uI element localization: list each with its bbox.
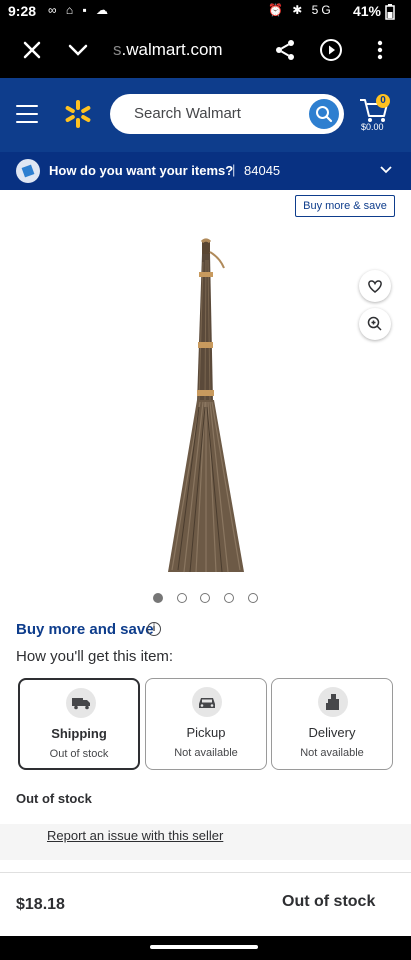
delivery-icon bbox=[16, 159, 40, 183]
zoom-in-icon bbox=[367, 316, 382, 331]
favorite-button[interactable] bbox=[359, 270, 391, 302]
walmart-spark-logo[interactable] bbox=[62, 98, 94, 130]
more-vert-icon[interactable] bbox=[368, 38, 392, 62]
option-title: Delivery bbox=[308, 725, 356, 740]
zoom-button[interactable] bbox=[359, 308, 391, 340]
system-nav-bar bbox=[0, 936, 411, 960]
carousel-dot[interactable] bbox=[177, 593, 187, 603]
truck-icon bbox=[66, 688, 96, 718]
carousel-dot[interactable] bbox=[200, 593, 210, 603]
cart-total: $0.00 bbox=[361, 122, 384, 132]
delivery-zip: 84045 bbox=[244, 163, 281, 178]
info-icon[interactable]: i bbox=[147, 622, 161, 636]
search-icon bbox=[316, 106, 333, 123]
search-button[interactable] bbox=[309, 99, 339, 129]
delivery-option[interactable]: Delivery Not available bbox=[271, 678, 393, 770]
url-bar[interactable]: s.walmart.com bbox=[113, 40, 223, 60]
option-status: Not available bbox=[174, 747, 238, 759]
carousel-dot[interactable] bbox=[153, 593, 163, 603]
url-domain: .walmart.com bbox=[121, 40, 223, 59]
status-bar: 9:28 ∞ ⌂ ▪ ☁ ⏰ ✱ 5G 41% bbox=[0, 0, 411, 24]
play-icon[interactable] bbox=[319, 38, 343, 62]
carousel-dot[interactable] bbox=[248, 593, 258, 603]
product-price: $18.18 bbox=[16, 896, 65, 913]
home-gesture-handle[interactable] bbox=[150, 945, 258, 949]
fulfillment-heading: How you'll get this item: bbox=[16, 648, 174, 665]
out-of-stock-button: Out of stock bbox=[282, 893, 376, 910]
shipping-option[interactable]: Shipping Out of stock bbox=[18, 678, 140, 770]
image-carousel-dots bbox=[150, 592, 270, 604]
delivery-question: How do you want your items? bbox=[49, 163, 234, 178]
menu-icon[interactable] bbox=[16, 105, 38, 123]
browser-toolbar: s.walmart.com bbox=[0, 24, 411, 78]
delivery-location-bar[interactable]: How do you want your items? | 84045 bbox=[0, 152, 411, 190]
stock-status: Out of stock bbox=[16, 791, 92, 806]
buy-more-save-link[interactable]: Buy more and save bbox=[16, 621, 154, 638]
notification-icons: ∞ ⌂ ▪ ☁ bbox=[48, 3, 112, 17]
chevron-down-icon[interactable] bbox=[66, 38, 90, 62]
chevron-down-icon[interactable] bbox=[380, 165, 392, 175]
site-header: Search Walmart 0 $0.00 bbox=[0, 78, 411, 152]
option-title: Shipping bbox=[51, 726, 107, 741]
heart-icon bbox=[368, 280, 382, 293]
share-icon[interactable] bbox=[273, 38, 297, 62]
option-status: Not available bbox=[300, 747, 364, 759]
search-placeholder: Search Walmart bbox=[134, 105, 241, 122]
option-status: Out of stock bbox=[49, 748, 109, 760]
delivery-separator: | bbox=[232, 162, 236, 177]
clock: 9:28 bbox=[8, 3, 37, 19]
option-title: Pickup bbox=[186, 725, 226, 740]
url-prefix: s bbox=[113, 40, 122, 59]
product-image-broom[interactable] bbox=[150, 232, 260, 582]
battery-icon bbox=[385, 4, 395, 20]
report-seller-link[interactable]: Report an issue with this seller bbox=[47, 828, 223, 843]
car-icon bbox=[192, 687, 222, 717]
battery-level: 41% bbox=[352, 3, 381, 19]
cart-count-badge: 0 bbox=[376, 94, 390, 108]
buy-more-save-chip[interactable]: Buy more & save bbox=[295, 195, 395, 217]
close-icon[interactable] bbox=[20, 38, 44, 62]
pickup-option[interactable]: Pickup Not available bbox=[145, 678, 267, 770]
search-input[interactable]: Search Walmart bbox=[110, 94, 344, 134]
carousel-dot[interactable] bbox=[224, 593, 234, 603]
bag-icon bbox=[318, 687, 348, 717]
system-icons: ⏰ ✱ 5G bbox=[268, 3, 334, 17]
